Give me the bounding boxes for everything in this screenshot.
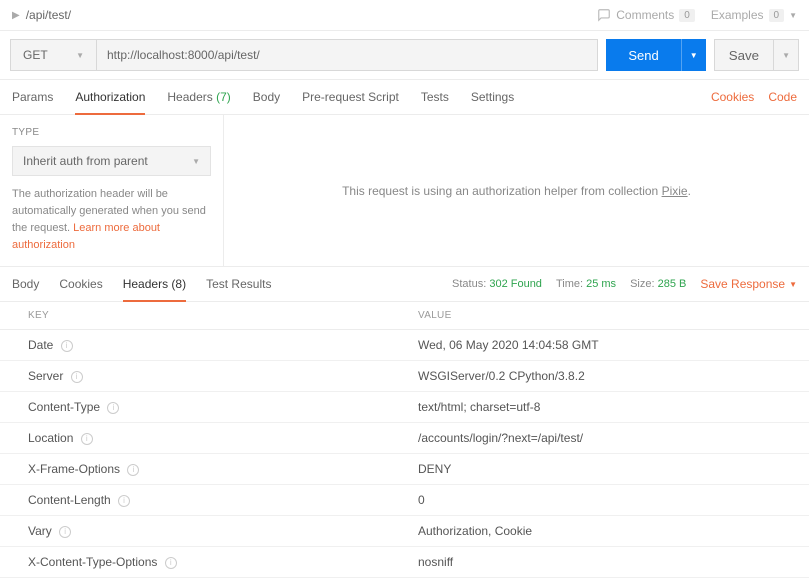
collection-link[interactable]: Pixie — [662, 184, 688, 198]
response-tabs: Body Cookies Headers (8) Test Results — [12, 267, 271, 301]
tab-authorization[interactable]: Authorization — [75, 80, 145, 114]
header-value: text/html; charset=utf-8 — [408, 392, 809, 423]
send-dropdown[interactable]: ▼ — [681, 39, 706, 71]
chevron-down-icon: ▼ — [76, 51, 84, 60]
tab-body[interactable]: Body — [253, 80, 280, 114]
request-tabs-row: Params Authorization Headers (7) Body Pr… — [0, 80, 809, 115]
header-value: /accounts/login/?next=/api/test/ — [408, 423, 809, 454]
auth-sidebar: TYPE Inherit auth from parent ▼ The auth… — [0, 115, 224, 266]
examples-count: 0 — [769, 9, 785, 22]
tab-params[interactable]: Params — [12, 80, 53, 114]
info-icon[interactable]: i — [71, 371, 83, 383]
header-value: 0 — [408, 485, 809, 516]
status-value: 302 Found — [489, 278, 542, 290]
info-icon[interactable]: i — [107, 402, 119, 414]
table-row: Date iWed, 06 May 2020 14:04:58 GMT — [0, 330, 809, 361]
breadcrumb-path: /api/test/ — [26, 8, 71, 22]
table-row: X-Frame-Options iDENY — [0, 454, 809, 485]
tab-headers[interactable]: Headers (7) — [167, 80, 230, 114]
request-links: Cookies Code — [711, 90, 797, 104]
header-key: Content-Type i — [18, 392, 408, 423]
comment-icon — [597, 8, 611, 22]
info-icon[interactable]: i — [61, 340, 73, 352]
method-select[interactable]: GET ▼ — [10, 39, 96, 71]
comments-label: Comments — [616, 8, 674, 22]
tab-tests[interactable]: Tests — [421, 80, 449, 114]
auth-type-value: Inherit auth from parent — [23, 154, 148, 168]
request-tabs: Params Authorization Headers (7) Body Pr… — [12, 80, 514, 114]
table-row: Vary iAuthorization, Cookie — [0, 516, 809, 547]
col-value: VALUE — [408, 302, 809, 330]
request-row: GET ▼ Send ▼ Save ▼ — [0, 31, 809, 80]
breadcrumb[interactable]: ▶ /api/test/ — [12, 8, 597, 22]
response-headers-table: KEY VALUE Date iWed, 06 May 2020 14:04:5… — [0, 302, 809, 578]
chevron-down-icon: ▼ — [192, 157, 200, 166]
header-value: Authorization, Cookie — [408, 516, 809, 547]
header-key: X-Content-Type-Options i — [18, 547, 408, 578]
code-link[interactable]: Code — [768, 90, 797, 104]
info-icon[interactable]: i — [127, 464, 139, 476]
url-input[interactable] — [96, 39, 598, 71]
tab-settings[interactable]: Settings — [471, 80, 514, 114]
auth-type-select[interactable]: Inherit auth from parent ▼ — [12, 146, 211, 176]
header-key: Server i — [18, 361, 408, 392]
top-bar: ▶ /api/test/ Comments 0 Examples 0 ▼ — [0, 0, 809, 31]
chevron-down-icon: ▼ — [789, 11, 797, 20]
auth-type-label: TYPE — [12, 127, 211, 138]
save-dropdown[interactable]: ▼ — [774, 39, 799, 71]
info-icon[interactable]: i — [165, 557, 177, 569]
resp-tab-tests[interactable]: Test Results — [206, 267, 271, 301]
header-key: Date i — [18, 330, 408, 361]
resp-tab-body[interactable]: Body — [12, 267, 39, 301]
table-row: X-Content-Type-Options inosniff — [0, 547, 809, 578]
auth-panel: TYPE Inherit auth from parent ▼ The auth… — [0, 115, 809, 267]
chevron-down-icon: ▼ — [789, 280, 797, 289]
table-row: Server iWSGIServer/0.2 CPython/3.8.2 — [0, 361, 809, 392]
table-row: Location i/accounts/login/?next=/api/tes… — [0, 423, 809, 454]
header-value: WSGIServer/0.2 CPython/3.8.2 — [408, 361, 809, 392]
header-value: DENY — [408, 454, 809, 485]
comments-count: 0 — [679, 9, 695, 22]
header-key: Vary i — [18, 516, 408, 547]
response-meta: Status: 302 Found Time: 25 ms Size: 285 … — [452, 277, 797, 291]
info-icon[interactable]: i — [81, 433, 93, 445]
comments-button[interactable]: Comments 0 — [597, 8, 695, 22]
auth-message: This request is using an authorization h… — [224, 115, 809, 266]
auth-description: The authorization header will be automat… — [12, 186, 211, 254]
top-actions: Comments 0 Examples 0 ▼ — [597, 8, 797, 22]
header-key: Content-Length i — [18, 485, 408, 516]
info-icon[interactable]: i — [59, 526, 71, 538]
header-key: Location i — [18, 423, 408, 454]
table-row: Content-Length i0 — [0, 485, 809, 516]
response-tabs-row: Body Cookies Headers (8) Test Results St… — [0, 267, 809, 302]
resp-tab-headers[interactable]: Headers (8) — [123, 267, 186, 301]
col-key: KEY — [18, 302, 408, 330]
cookies-link[interactable]: Cookies — [711, 90, 754, 104]
chevron-down-icon: ▼ — [782, 51, 790, 60]
tab-prerequest[interactable]: Pre-request Script — [302, 80, 399, 114]
save-button[interactable]: Save — [714, 39, 774, 71]
method-value: GET — [23, 48, 48, 62]
send-button[interactable]: Send — [606, 39, 680, 71]
chevron-down-icon: ▼ — [690, 51, 698, 60]
table-row: Content-Type itext/html; charset=utf-8 — [0, 392, 809, 423]
examples-button[interactable]: Examples 0 ▼ — [711, 8, 797, 22]
resp-tab-cookies[interactable]: Cookies — [59, 267, 102, 301]
header-key: X-Frame-Options i — [18, 454, 408, 485]
time-value: 25 ms — [586, 278, 616, 290]
size-value: 285 B — [658, 278, 687, 290]
examples-label: Examples — [711, 8, 764, 22]
save-response-button[interactable]: Save Response▼ — [700, 277, 797, 291]
chevron-right-icon: ▶ — [12, 10, 20, 21]
info-icon[interactable]: i — [118, 495, 130, 507]
header-value: nosniff — [408, 547, 809, 578]
header-value: Wed, 06 May 2020 14:04:58 GMT — [408, 330, 809, 361]
